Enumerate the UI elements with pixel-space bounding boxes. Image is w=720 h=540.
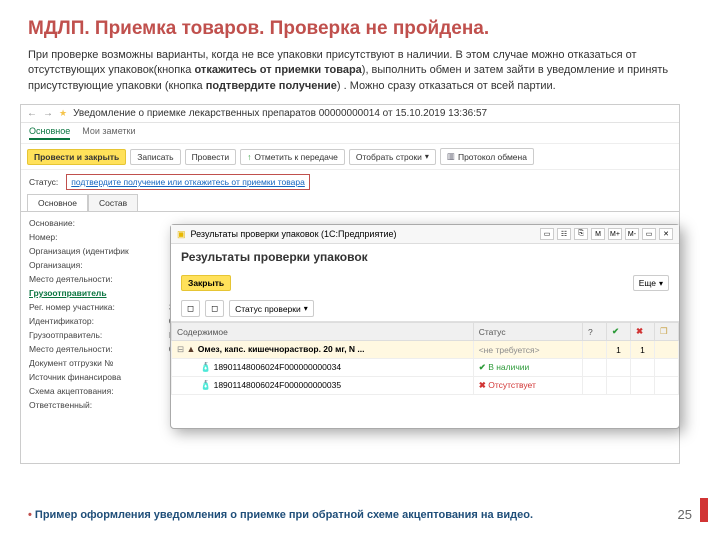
label-accept-scheme: Схема акцептования: [29, 386, 169, 396]
label-org-ident: Организация (идентифик [29, 246, 169, 256]
subtab-composition[interactable]: Состав [88, 194, 138, 211]
pack-code: 18901148006024F000000000034 [214, 362, 341, 372]
label-place: Место деятельности: [29, 274, 169, 284]
select-rows-button[interactable]: Отобрать строки▾ [349, 149, 436, 165]
pack-code: 18901148006024F000000000035 [214, 380, 341, 390]
pack-status: Отсутствует [488, 380, 536, 390]
subtab-main[interactable]: Основное [27, 194, 88, 211]
app-header: ← → ★ Уведомление о приемке лекарственны… [21, 105, 679, 123]
check-icon: ✔ [612, 326, 619, 336]
label-org: Организация: [29, 260, 169, 270]
write-button[interactable]: Записать [130, 149, 180, 165]
check-results-dialog: ▣ Результаты проверки упаковок (1С:Предп… [170, 224, 680, 429]
toolbar: Провести и закрыть Записать Провести ↑От… [21, 143, 679, 170]
label-sender2: Грузоотправитель: [29, 330, 169, 340]
favorite-icon[interactable]: ★ [59, 108, 67, 119]
label-basis: Основание: [29, 218, 169, 228]
label-fin-src: Источник финансирова [29, 372, 169, 382]
results-table: Содержимое Статус ? ✔ ✖ ❐ ⊟ ▲ Омез, капс… [171, 322, 679, 395]
screenshot-area: ← → ★ Уведомление о приемке лекарственны… [20, 104, 680, 464]
count-cross: 1 [631, 341, 655, 359]
footer-bullet: Пример оформления уведомления о приемке … [28, 508, 533, 522]
slide-description: При проверке возможны варианты, когда не… [28, 48, 692, 94]
post-close-button[interactable]: Провести и закрыть [27, 149, 126, 165]
col-copy-icon[interactable]: ❐ [655, 323, 679, 341]
label-number: Номер: [29, 232, 169, 242]
check-icon: ✔ [479, 362, 486, 372]
page-number: 25 [678, 507, 692, 522]
collapse-all-button[interactable]: ◻ [205, 300, 224, 317]
label-doc-no: Документ отгрузки № [29, 358, 169, 368]
window-close-button[interactable]: ✕ [659, 228, 673, 240]
desc-bold1: откажитесь от приемки товара [194, 64, 361, 76]
tab-notes[interactable]: Мои заметки [82, 126, 135, 140]
expand-all-button[interactable]: ◻ [181, 300, 200, 317]
table-row[interactable]: 🧴 18901148006024F000000000035 ✖ Отсутств… [172, 377, 679, 395]
col-content[interactable]: Содержимое [172, 323, 474, 341]
desc-bold2: подтвердите получение [206, 80, 337, 92]
col-status[interactable]: Статус [473, 323, 582, 341]
accent-bar [700, 498, 708, 522]
window-shrink-button[interactable]: ▭ [642, 228, 656, 240]
col-cross-icon[interactable]: ✖ [631, 323, 655, 341]
chevron-down-icon: ▾ [425, 152, 429, 161]
table-row-group[interactable]: ⊟ ▲ Омез, капс. кишечнораствор. 20 мг, N… [172, 341, 679, 359]
post-button[interactable]: Провести [185, 149, 237, 165]
desc-part3: ) . Можно сразу отказаться от всей парти… [337, 80, 556, 92]
dialog-app-icon: ▣ [177, 229, 186, 240]
chevron-down-icon: ▾ [304, 304, 308, 313]
sub-tabs: Основное Состав [21, 194, 679, 212]
nav-forward-icon[interactable]: → [43, 108, 53, 119]
mem-mplus-button[interactable]: M+ [608, 228, 622, 240]
dialog-title-text: Результаты проверки упаковок (1С:Предпри… [191, 229, 397, 239]
cross-icon: ✖ [636, 326, 643, 336]
mark-send-button[interactable]: ↑Отметить к передаче [240, 149, 345, 165]
chevron-down-icon: ▾ [659, 279, 663, 288]
status-row: Статус: подтвердите получение или откажи… [21, 170, 679, 194]
col-check-icon[interactable]: ✔ [607, 323, 631, 341]
dialog-subtoolbar: ◻ ◻ Статус проверки ▾ [171, 296, 679, 322]
dialog-window-buttons: ▭ ☷ ⎘ M M+ M- ▭ ✕ [540, 228, 673, 240]
dialog-more-button[interactable]: Еще▾ [633, 275, 669, 291]
col-question[interactable]: ? [583, 323, 607, 341]
nav-back-icon[interactable]: ← [27, 108, 37, 119]
collapse-icon[interactable]: ⊟ [177, 344, 184, 354]
dialog-title-bar: ▣ Результаты проверки упаковок (1С:Предп… [171, 225, 679, 244]
cross-icon: ✖ [479, 380, 486, 390]
label-ident: Идентификатор: [29, 316, 169, 326]
bottle-icon: 🧴 [200, 380, 211, 390]
window-title: Уведомление о приемке лекарственных преп… [73, 108, 487, 119]
status-filter-dropdown[interactable]: Статус проверки ▾ [229, 300, 314, 317]
mem-mminus-button[interactable]: M- [625, 228, 639, 240]
status-value-link[interactable]: подтвердите получение или откажитесь от … [66, 174, 310, 190]
slide-footer: Пример оформления уведомления о приемке … [28, 507, 692, 522]
protocol-icon: ▥ [447, 151, 455, 162]
label-place2: Место деятельности: [29, 344, 169, 354]
group-name: Омез, капс. кишечнораствор. 20 мг, N ... [198, 344, 365, 354]
date-icon[interactable]: ☷ [557, 228, 571, 240]
calc-icon[interactable]: ▭ [540, 228, 554, 240]
top-tabs: Основное Мои заметки [21, 123, 679, 143]
table-row[interactable]: 🧴 18901148006024F000000000034 ✔ В наличи… [172, 359, 679, 377]
label-sender-group[interactable]: Грузоотправитель [29, 288, 169, 298]
dialog-heading: Результаты проверки упаковок [171, 244, 679, 270]
exchange-protocol-button[interactable]: ▥Протокол обмена [440, 148, 534, 165]
dialog-close-button[interactable]: Закрыть [181, 275, 231, 291]
slide-title: МДЛП. Приемка товаров. Проверка не пройд… [28, 18, 692, 40]
med-icon: ▲ [187, 344, 196, 354]
stack-icon: ❐ [660, 326, 668, 336]
label-responsible: Ответственный: [29, 400, 169, 410]
bottle-icon: 🧴 [200, 362, 211, 372]
mem-m-button[interactable]: M [591, 228, 605, 240]
group-status: <не требуется> [473, 341, 582, 359]
tab-main[interactable]: Основное [29, 126, 70, 140]
label-reg-no: Рег. номер участника: [29, 302, 169, 312]
arrow-up-icon: ↑ [247, 152, 251, 162]
status-label: Статус: [29, 177, 58, 187]
dialog-toolbar: Закрыть Еще▾ [171, 270, 679, 296]
count-check: 1 [607, 341, 631, 359]
pack-status: В наличии [488, 362, 529, 372]
attach-icon[interactable]: ⎘ [574, 228, 588, 240]
